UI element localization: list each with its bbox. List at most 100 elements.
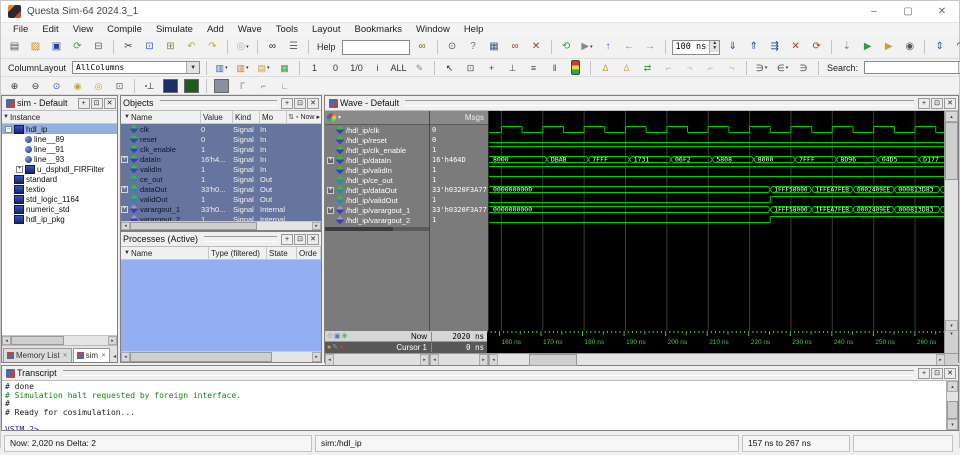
help-input[interactable] (342, 40, 410, 55)
zoom-in-active-cursor-button[interactable]: ◉ (68, 77, 87, 94)
env-up-button[interactable]: ↑ (599, 39, 618, 56)
menu-wave[interactable]: Wave (231, 24, 269, 35)
paste-button[interactable]: ⊞ (161, 39, 180, 56)
tree-item-std_logic_1164[interactable]: std_logic_1164 (2, 194, 117, 204)
reload-button[interactable]: ⟳ (68, 39, 87, 56)
step-time-button[interactable]: ∋ (794, 59, 813, 76)
panel-dock-button[interactable]: + (281, 98, 293, 109)
restart-button[interactable]: ⟲ (557, 39, 576, 56)
processes-column-state[interactable]: State (267, 247, 297, 259)
continue-run-button[interactable]: ⇑ (744, 39, 763, 56)
panel-drag-handle[interactable] (160, 100, 277, 106)
menu-edit[interactable]: Edit (35, 24, 65, 35)
filter-threshold-icon[interactable]: ⇅ (288, 113, 294, 121)
scroll-thumb[interactable] (11, 336, 64, 345)
scroll-thumb[interactable] (130, 222, 257, 230)
panel-undock-button[interactable]: ⊡ (931, 368, 943, 379)
zoom-out-button[interactable]: ⊖ (26, 77, 45, 94)
break-button[interactable]: ✕ (786, 39, 805, 56)
redo-button[interactable]: ↷ (203, 39, 222, 56)
objects-column-mo[interactable]: Mo (260, 111, 287, 123)
processes-column-name[interactable]: ▼Name (121, 247, 209, 259)
scroll-thumb[interactable] (529, 354, 577, 366)
panel-undock-button[interactable]: ⊡ (91, 98, 103, 109)
wave-signal-clk[interactable]: /hdl_ip/clk (325, 125, 429, 135)
menu-add[interactable]: Add (200, 24, 231, 35)
stop-restart-button[interactable]: ⟳ (807, 39, 826, 56)
panel-dock-button[interactable]: + (918, 98, 930, 109)
step-over-button[interactable]: ▶ (858, 39, 877, 56)
menu-help[interactable]: Help (457, 24, 491, 35)
objects-column-value[interactable]: Value (201, 111, 233, 123)
memory-grid-button[interactable]: ▦ (485, 39, 504, 56)
stop-drawing-button[interactable] (566, 59, 585, 76)
pan-mode-button[interactable]: + (482, 59, 501, 76)
group-signals-button[interactable]: Δ (617, 59, 636, 76)
cursor-mode-button[interactable]: ⊥ (503, 59, 522, 76)
expand-icon[interactable]: + (121, 186, 128, 193)
wave-signal-dataIn[interactable]: +/hdl_ip/dataIn (325, 155, 429, 165)
tree-item-u_dsphdl_FIRFilter[interactable]: +u_dsphdl_FIRFilter (2, 164, 117, 174)
zoom-range-button[interactable]: ⊡ (110, 77, 129, 94)
tree-item-line__91[interactable]: line__91 (2, 144, 117, 154)
scroll-left-button[interactable]: ◂ (2, 336, 11, 345)
scroll-thumb[interactable] (130, 352, 272, 362)
wave-signal-varargout_2[interactable]: /hdl_ip/varargout_2 (325, 215, 429, 225)
transcript-text[interactable]: # done# Simulation halt requested by for… (2, 381, 946, 430)
wave-vscrollbar[interactable]: ▴ ▾ (944, 111, 958, 331)
wave-signal-ce_out[interactable]: /hdl_ip/ce_out (325, 175, 429, 185)
add-to-list-button[interactable]: ▥▾ (233, 59, 252, 76)
find-button[interactable]: ∞ (263, 39, 282, 56)
env-back-button[interactable]: ← (620, 39, 639, 56)
minimize-button[interactable]: – (857, 1, 891, 22)
environment-button[interactable]: ▶▾ (578, 39, 597, 56)
scroll-up-button[interactable]: ▴ (947, 381, 958, 392)
simulate-time-button[interactable]: ⊙ (443, 39, 462, 56)
scroll-left-button[interactable]: ◂ (121, 352, 130, 362)
tree-expander-icon[interactable]: − (5, 126, 12, 133)
wave-add-icon[interactable]: ⊕ (342, 333, 348, 340)
chevron-down-icon[interactable]: ▾ (338, 114, 341, 121)
zoom-in-button[interactable]: ⊕ (5, 77, 24, 94)
tree-item-hdl_ip[interactable]: −hdl_ip (2, 124, 117, 134)
expand-time-button[interactable]: ∋▾ (752, 59, 771, 76)
panel-close-button[interactable]: ✕ (104, 98, 116, 109)
tab-memory-list[interactable]: Memory List✕ (3, 348, 72, 362)
panel-undock-button[interactable]: ⊡ (294, 98, 306, 109)
add-to-dataflow-button[interactable]: ▤▾ (254, 59, 273, 76)
menu-file[interactable]: File (6, 24, 35, 35)
objects-hscrollbar[interactable]: ◂ ▸ (121, 221, 321, 230)
collapse-time-button[interactable]: ∈▾ (773, 59, 792, 76)
panel-dock-button[interactable]: + (918, 368, 930, 379)
object-row-varargout_2[interactable]: varargout_21SignalInternal (121, 214, 321, 221)
new-file-button[interactable]: ▤ (5, 39, 24, 56)
delete-cursor-navy-button[interactable] (161, 77, 180, 94)
wave-msgs-header[interactable]: Msgs (430, 111, 488, 125)
force-1-button[interactable]: 1 (305, 59, 324, 76)
tab-sim[interactable]: sim✕ (73, 348, 110, 362)
force-all-button[interactable]: ALL (389, 59, 408, 76)
prev-transition-button[interactable]: ⌐ (659, 59, 678, 76)
columnlayout-combo[interactable]: AllColumns▼ (72, 61, 200, 74)
scroll-down-button[interactable]: ▾ (945, 320, 958, 331)
find-next-rise-button[interactable]: ⌐ (254, 77, 273, 94)
panel-drag-handle[interactable] (63, 370, 914, 376)
add-selected-button[interactable]: ◎▾ (233, 39, 252, 56)
wave-window-icon[interactable]: ▣ (334, 333, 341, 340)
insert-cursor-button[interactable]: ⊥ (140, 77, 159, 94)
clean-force-button[interactable]: ✎ (410, 59, 429, 76)
object-row-clk_enable[interactable]: clk_enable1SignalIn (121, 144, 321, 154)
next-transition-button[interactable]: ¬ (680, 59, 699, 76)
wave-signal-dataOut[interactable]: +/hdl_ip/dataOut (325, 185, 429, 195)
tree-expander-icon[interactable]: + (16, 166, 23, 173)
force-info-button[interactable]: i (368, 59, 387, 76)
filter-button[interactable]: ☰ (284, 39, 303, 56)
menu-view[interactable]: View (66, 24, 100, 35)
more-columns-icon[interactable]: ▸ (316, 113, 320, 121)
objects-column-kind[interactable]: Kind (233, 111, 260, 123)
tree-item-line__89[interactable]: line__89 (2, 134, 117, 144)
instance-hscrollbar[interactable]: ◂ ▸ (2, 335, 117, 345)
run-length-spinner[interactable]: 100 ns▲▼ (672, 40, 721, 55)
object-row-dataOut[interactable]: +dataOut33'h0...SignalOut (121, 184, 321, 194)
add-to-wave-button[interactable]: ▥▾ (212, 59, 231, 76)
